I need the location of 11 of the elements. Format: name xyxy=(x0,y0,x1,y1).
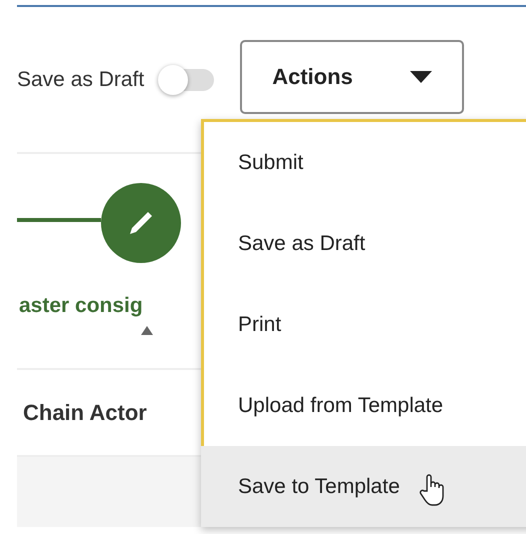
caret-icon xyxy=(410,70,432,82)
menu-item[interactable]: Print xyxy=(201,284,526,365)
draft-toggle[interactable] xyxy=(158,64,214,94)
menu-item[interactable]: Save as Draft xyxy=(201,203,526,284)
toggle-label: Save as Draft xyxy=(17,68,144,92)
menu-item[interactable]: Submit xyxy=(201,122,526,203)
step-label: aster consig xyxy=(19,294,144,318)
column-header: Chain Actor xyxy=(23,400,147,426)
menu-item[interactable]: Save to Template xyxy=(201,446,526,527)
actions-button[interactable]: Actions xyxy=(240,40,464,114)
up-arrow-icon xyxy=(141,326,153,335)
